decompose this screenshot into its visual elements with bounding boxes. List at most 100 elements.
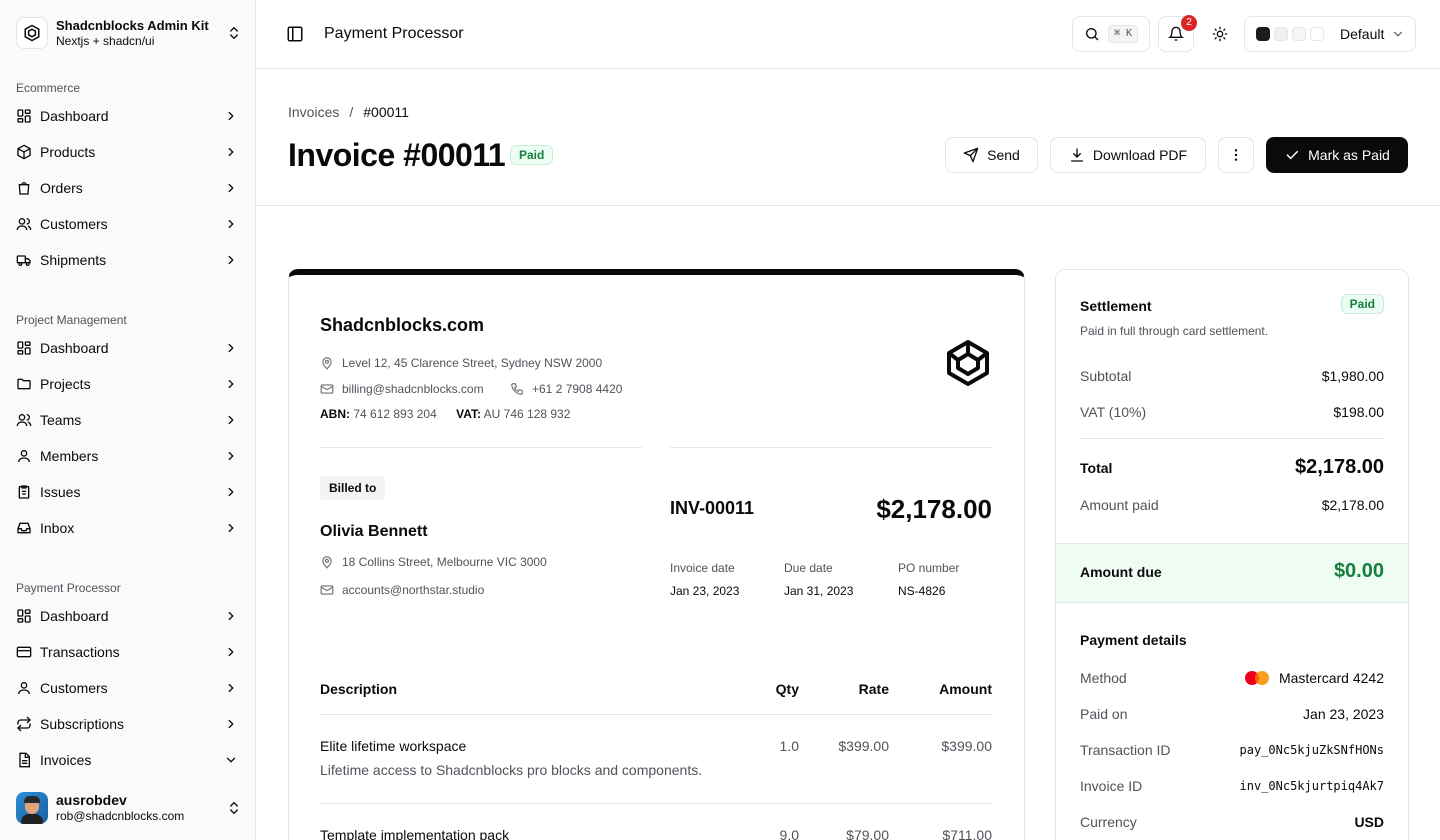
mark-as-paid-button[interactable]: Mark as Paid [1266, 137, 1408, 173]
user-menu[interactable]: ausrobdev rob@shadcnblocks.com [16, 790, 242, 826]
sidebar-item-projects[interactable]: Projects [0, 366, 256, 402]
sidebar-item-label: Invoices [40, 752, 92, 768]
currency-label: Currency [1080, 814, 1137, 830]
folder-icon [17, 378, 31, 390]
status-badge: Paid [510, 145, 554, 165]
chevrons-up-down-icon [230, 801, 238, 815]
sidebar-item-orders[interactable]: Orders [0, 170, 256, 206]
sidebar-item-products[interactable]: Products [0, 134, 256, 170]
theme-select[interactable]: Default [1244, 16, 1416, 52]
method-text: Mastercard 4242 [1278, 670, 1384, 686]
sidebar-item-inbox[interactable]: Inbox [0, 510, 256, 546]
notifications-button[interactable]: 2 [1158, 15, 1197, 52]
avatar [16, 792, 48, 824]
settlement-title: Settlement [1080, 298, 1152, 314]
invoice-date: Invoice date Jan 23, 2023 [670, 561, 739, 598]
invoice-date-label: Invoice date [670, 561, 735, 575]
brand-title: Shadcnblocks Admin Kit [56, 17, 209, 33]
download-pdf-button[interactable]: Download PDF [1050, 137, 1206, 173]
line-item-description: Lifetime access to Shadcnblocks pro bloc… [320, 762, 703, 778]
chevron-right-icon [228, 219, 234, 229]
sidebar-item-teams[interactable]: Teams [0, 402, 256, 438]
line-item-title: Elite lifetime workspace [320, 738, 467, 754]
line-item-qty: 1.0 [779, 738, 799, 754]
sidebar-item-customers[interactable]: Customers [0, 206, 256, 242]
method-label: Method [1080, 670, 1127, 686]
breadcrumb-separator: / [349, 104, 354, 120]
sidebar-item-label: Shipments [40, 252, 107, 268]
swatch-white [1310, 27, 1324, 41]
sidebar-item-dashboard[interactable]: Dashboard [0, 598, 256, 634]
mastercard-icon [1244, 671, 1269, 685]
chevron-right-icon [228, 255, 234, 265]
user-icon [18, 450, 30, 463]
page-header: Invoices / #00011 Invoice #00011 Paid Se… [256, 69, 1440, 206]
amount-due-label: Amount due [1080, 563, 1162, 580]
theme-select-value: Default [1340, 26, 1385, 42]
theme-toggle-button[interactable] [1202, 16, 1238, 52]
chevron-right-icon [228, 523, 234, 533]
payment-details-title: Payment details [1080, 632, 1187, 648]
sidebar-item-invoices[interactable]: Invoices [0, 742, 256, 778]
sidebar-item-label: Dashboard [40, 108, 109, 124]
sidebar-section-project-management: Project Management Dashboard Projects Te… [0, 310, 256, 546]
line-item-row: Elite lifetime workspace Lifetime access… [320, 738, 992, 804]
sidebar-item-customers[interactable]: Customers [0, 670, 256, 706]
section-label: Project Management [16, 313, 127, 327]
file-text-icon [19, 752, 30, 768]
sidebar-item-members[interactable]: Members [0, 438, 256, 474]
search-button[interactable]: ⌘ K [1072, 16, 1150, 52]
subtotal-label: Subtotal [1080, 368, 1132, 384]
user-name: ausrobdev [56, 792, 127, 808]
sidebar-section-payment-processor: Payment Processor Dashboard Transactions… [0, 578, 256, 778]
sidebar-item-subscriptions[interactable]: Subscriptions [0, 706, 256, 742]
shortcut-hint: ⌘ K [1108, 25, 1139, 43]
brand-switcher[interactable]: Shadcnblocks Admin Kit Nextjs + shadcn/u… [16, 16, 242, 50]
amount-paid-row: Amount paid $2,178.00 [1080, 497, 1384, 513]
sidebar-toggle-icon[interactable] [286, 25, 304, 43]
download-pdf-label: Download PDF [1092, 147, 1188, 163]
sidebar-item-label: Inbox [40, 520, 75, 536]
send-label: Send [987, 147, 1020, 163]
amount-paid-value: $2,178.00 [1321, 497, 1384, 513]
invoice-card: Shadcnblocks.com Level 12, 45 Clarence S… [288, 269, 1025, 840]
users-icon [16, 414, 32, 427]
breadcrumb-invoices-link[interactable]: Invoices [288, 104, 339, 120]
mail-icon [320, 384, 334, 394]
sidebar-item-dashboard[interactable]: Dashboard [0, 330, 256, 366]
more-actions-button[interactable] [1218, 137, 1254, 173]
paid-on-row: Paid on Jan 23, 2023 [1080, 706, 1384, 722]
swatch-gray [1292, 27, 1306, 41]
company-logo-icon [947, 340, 989, 386]
sidebar-item-transactions[interactable]: Transactions [0, 634, 256, 670]
send-button[interactable]: Send [945, 137, 1038, 173]
repeat-icon [17, 716, 31, 732]
truck-icon [16, 255, 31, 266]
sidebar-item-shipments[interactable]: Shipments [0, 242, 256, 278]
chevron-right-icon [228, 611, 234, 621]
po-number: PO number NS-4826 [898, 561, 959, 598]
line-item-amount: $711.00 [942, 827, 992, 840]
invoice-id-label: Invoice ID [1080, 778, 1143, 794]
sidebar-item-issues[interactable]: Issues [0, 474, 256, 510]
company-name: Shadcnblocks.com [320, 315, 485, 335]
vat-value: $198.00 [1333, 404, 1384, 420]
brand-subtitle: Nextjs + shadcn/ui [56, 33, 155, 48]
tax-ids: ABN: 74 612 893 204 VAT: AU 746 128 932 [320, 407, 570, 421]
total-row: Total $2,178.00 [1080, 456, 1384, 479]
layout-dashboard-icon [17, 109, 31, 123]
phone-icon [511, 383, 523, 395]
mail-icon [320, 585, 334, 595]
client-address: 18 Collins Street, Melbourne VIC 3000 [320, 555, 547, 569]
sidebar: Shadcnblocks Admin Kit Nextjs + shadcn/u… [0, 0, 256, 840]
sidebar-item-label: Orders [40, 180, 83, 196]
column-description: Description [320, 681, 398, 697]
settlement-panel: Settlement Paid Paid in full through car… [1055, 269, 1409, 840]
chevron-down-icon [1393, 31, 1403, 37]
settlement-status-badge: Paid [1340, 294, 1384, 314]
chevron-right-icon [228, 719, 234, 729]
subtotal-value: $1,980.00 [1321, 368, 1384, 384]
users-icon [16, 218, 32, 231]
sidebar-item-dashboard[interactable]: Dashboard [0, 98, 256, 134]
sidebar-item-label: Dashboard [40, 608, 109, 624]
